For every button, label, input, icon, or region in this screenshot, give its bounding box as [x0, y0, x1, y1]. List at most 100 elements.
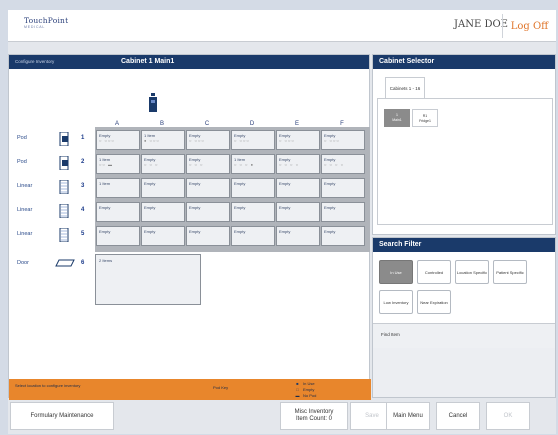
door-cell-text: 2 Items: [99, 258, 113, 263]
location-cell[interactable]: Empty: [186, 178, 230, 198]
location-cell[interactable]: Empty ○ ○ ○ ○: [276, 154, 320, 174]
cell-status-text: Empty: [279, 229, 291, 234]
find-item-button[interactable]: Find Item: [373, 323, 555, 348]
location-cell[interactable]: Empty ○ ○○○: [186, 130, 230, 150]
cabinet-icon: [149, 93, 157, 112]
pod-key-label: Pod Key: [213, 385, 229, 390]
formulary-maintenance-button[interactable]: Formulary Maintenance: [10, 402, 114, 430]
cell-pod-indicators: ● ○○○: [144, 138, 160, 143]
location-cell[interactable]: Empty: [141, 202, 185, 222]
location-cell[interactable]: Empty: [96, 226, 140, 246]
location-cell[interactable]: Empty: [231, 226, 275, 246]
location-cell[interactable]: Empty: [231, 202, 275, 222]
linear-drawer-icon: [59, 180, 69, 194]
key-no-pod: ▬ No Pod: [295, 393, 317, 399]
location-cell[interactable]: Empty ○ ○○○: [276, 130, 320, 150]
location-cell[interactable]: Empty: [96, 202, 140, 222]
cell-pod-indicators: ○○ ▬: [99, 162, 113, 167]
panel-subtitle: Configure Inventory: [15, 59, 55, 64]
row-type-label: Linear: [17, 207, 33, 213]
location-cell[interactable]: Empty: [141, 226, 185, 246]
ok-button[interactable]: OK: [486, 402, 530, 430]
cell-pod-indicators: ○ ○○○: [99, 138, 115, 143]
key-empty-label: Empty: [303, 387, 315, 392]
cell-pod-indicators: ○ ○ ○: [189, 162, 204, 167]
location-cell[interactable]: 1 Item: [96, 178, 140, 198]
cell-pod-indicators: ○ ○ ○ ●: [234, 162, 254, 167]
location-cell[interactable]: Empty ○ ○ ○: [186, 154, 230, 174]
cell-status-text: Empty: [234, 205, 246, 210]
row-type-label: Pod: [17, 135, 27, 141]
location-cell[interactable]: Empty: [231, 178, 275, 198]
cell-status-text: Empty: [234, 229, 246, 234]
cabinet-selector-title: Cabinet Selector: [373, 55, 555, 69]
search-results-area: [373, 348, 555, 397]
row-type-label: Linear: [17, 231, 33, 237]
pod-key-legend: ■ In Use □ Empty ▬ No Pod: [295, 381, 317, 399]
pod-drawer-icon: [59, 156, 69, 170]
cell-pod-indicators: ○ ○ ○ ○: [324, 162, 344, 167]
search-filter-panel: Search Filter In Use Controlled Location…: [372, 237, 556, 398]
search-filter-title: Search Filter: [373, 238, 555, 252]
linear-drawer-icon: [59, 228, 69, 242]
cell-pod-indicators: ○ ○○○: [279, 138, 295, 143]
cell-status-text: Empty: [324, 181, 336, 186]
cell-status-text: Empty: [324, 205, 336, 210]
cell-pod-indicators: ○ ○○○: [234, 138, 250, 143]
location-cell[interactable]: Empty: [276, 202, 320, 222]
row-type-label: Door: [17, 260, 29, 266]
key-no-pod-label: No Pod: [303, 393, 317, 398]
pod-drawer-icon: [59, 132, 69, 146]
door-cell[interactable]: 2 Items: [95, 254, 201, 305]
location-cell[interactable]: Empty: [321, 178, 365, 198]
filter-controlled-button[interactable]: Controlled: [417, 260, 451, 284]
location-cell[interactable]: 1 Item ○ ○ ○ ●: [231, 154, 275, 174]
cell-status-text: Empty: [144, 205, 156, 210]
tab-cabinets-1-16[interactable]: Cabinets 1 - 16: [385, 77, 425, 99]
filter-low-inventory-button[interactable]: Low Inventory: [379, 290, 413, 314]
location-grid: Empty ○ ○○○ 1 Item ● ○○○ Empty ○ ○○○ Empty ○ ○○…: [95, 127, 370, 252]
misc-inventory-button[interactable]: Misc Inventory Item Count: 0: [280, 402, 348, 430]
cabinet-fridge1-button[interactable]: R1 Fridge1: [412, 109, 438, 127]
linear-drawer-icon: [59, 204, 69, 218]
location-cell[interactable]: Empty ○ ○○○: [231, 130, 275, 150]
cabinet-main1-button[interactable]: 1 Main1: [384, 109, 410, 127]
cell-status-text: Empty: [144, 229, 156, 234]
filter-near-expiration-button[interactable]: Near Expiration: [417, 290, 451, 314]
location-cell[interactable]: Empty: [186, 202, 230, 222]
location-cell[interactable]: 1 Item ● ○○○: [141, 130, 185, 150]
app-shell: TouchPoint MEDICAL JANE DOE Log Off Conf…: [8, 10, 556, 434]
cancel-button[interactable]: Cancel: [436, 402, 480, 430]
location-cell[interactable]: Empty ○ ○ ○ ○: [321, 154, 365, 174]
location-cell[interactable]: Empty ○ ○ ○: [141, 154, 185, 174]
key-in-use-label: In Use: [303, 381, 315, 386]
cell-status-text: Empty: [99, 229, 111, 234]
main-menu-button[interactable]: Main Menu: [386, 402, 430, 430]
location-cell[interactable]: Empty ○ ○○○: [96, 130, 140, 150]
misc-inventory-label: Misc Inventory: [294, 409, 334, 415]
filter-location-specific-button[interactable]: Location Specific: [455, 260, 489, 284]
row-number: 4: [81, 207, 85, 213]
status-bar: Select location to configure inventory P…: [9, 379, 371, 400]
row-type-label: Pod: [17, 159, 27, 165]
cell-status-text: Empty: [144, 181, 156, 186]
location-cell[interactable]: Empty: [276, 226, 320, 246]
logoff-button[interactable]: Log Off: [502, 14, 556, 38]
filter-patient-specific-button[interactable]: Patient Specific: [493, 260, 527, 284]
location-cell[interactable]: Empty: [186, 226, 230, 246]
cabinet-list: 1 Main1 R1 Fridge1: [377, 98, 553, 225]
row-number: 2: [81, 159, 85, 165]
location-cell[interactable]: Empty: [321, 202, 365, 222]
filter-in-use-button[interactable]: In Use: [379, 260, 413, 284]
location-cell[interactable]: Empty ○ ○○○: [321, 130, 365, 150]
row-number: 6: [81, 260, 85, 266]
no-pod-icon: ▬: [295, 393, 300, 398]
cell-pod-indicators: ○ ○ ○: [144, 162, 159, 167]
location-cell[interactable]: 1 Item ○○ ▬: [96, 154, 140, 174]
location-cell[interactable]: Empty: [276, 178, 320, 198]
location-cell[interactable]: Empty: [321, 226, 365, 246]
cabinet-title: Cabinet 1 Main1: [121, 58, 175, 65]
row-type-label: Linear: [17, 183, 33, 189]
location-cell[interactable]: Empty: [141, 178, 185, 198]
cell-status-text: 1 Item: [99, 181, 111, 186]
